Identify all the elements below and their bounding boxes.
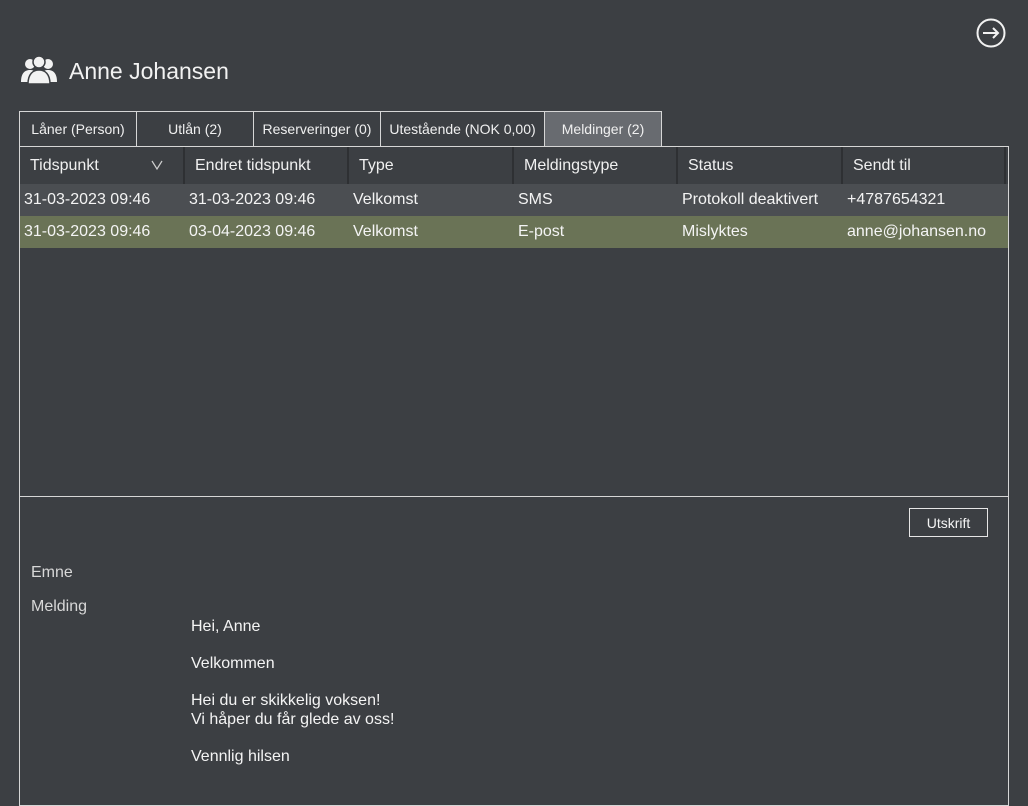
tab-label: Låner (Person) (31, 121, 125, 137)
table-row[interactable]: 31-03-2023 09:46 31-03-2023 09:46 Velkom… (20, 184, 1008, 216)
column-header-sendt-til[interactable]: Sendt til (843, 147, 1006, 184)
tab-label: Meldinger (2) (561, 121, 645, 137)
messages-table: Tidspunkt Endret tidspunkt Type Meldings… (20, 147, 1008, 497)
message-line: Vi håper du får glede av oss! (191, 711, 395, 728)
tab-reserveringer[interactable]: Reserveringer (0) (253, 111, 381, 146)
cell-tidspunkt: 31-03-2023 09:46 (24, 191, 151, 208)
message-closing: Vennlig hilsen (191, 748, 290, 765)
page-title: Anne Johansen (69, 57, 229, 84)
messages-panel: Tidspunkt Endret tidspunkt Type Meldings… (19, 146, 1009, 806)
column-header-type[interactable]: Type (349, 147, 514, 184)
sort-descending-icon (151, 160, 163, 170)
subject-label: Emne (31, 564, 73, 581)
tab-label: Utlån (2) (168, 121, 222, 137)
column-label: Status (688, 156, 734, 174)
print-button[interactable]: Utskrift (909, 508, 988, 537)
tab-utestaende[interactable]: Utestående (NOK 0,00) (380, 111, 545, 146)
message-welcome: Velkommen (191, 655, 275, 672)
table-header: Tidspunkt Endret tidspunkt Type Meldings… (20, 147, 1008, 184)
tab-meldinger[interactable]: Meldinger (2) (544, 111, 662, 146)
column-header-status[interactable]: Status (678, 147, 843, 184)
arrow-right-circle-icon (976, 18, 1006, 48)
tab-bar: Låner (Person) Utlån (2) Reserveringer (… (19, 111, 662, 147)
cell-endret-tidspunkt: 03-04-2023 09:46 (189, 223, 316, 240)
cell-meldingstype: SMS (518, 191, 553, 208)
cell-meldingstype: E-post (518, 223, 565, 240)
message-greeting: Hei, Anne (191, 618, 261, 635)
people-icon (21, 55, 57, 85)
column-header-endret-tidspunkt[interactable]: Endret tidspunkt (185, 147, 349, 184)
column-label: Sendt til (853, 156, 911, 174)
column-header-tidspunkt[interactable]: Tidspunkt (20, 147, 185, 184)
cell-sendt-til: anne@johansen.no (847, 223, 987, 240)
cell-type: Velkomst (353, 223, 418, 240)
tab-label: Reserveringer (0) (262, 121, 372, 137)
column-label: Meldingstype (524, 156, 619, 174)
table-row-selected[interactable]: 31-03-2023 09:46 03-04-2023 09:46 Velkom… (20, 216, 1008, 248)
column-header-meldingstype[interactable]: Meldingstype (514, 147, 678, 184)
cell-type: Velkomst (353, 191, 418, 208)
logout-button[interactable] (976, 18, 1006, 48)
panel-divider (20, 496, 1008, 497)
column-label: Tidspunkt (30, 156, 99, 174)
tab-laner-person[interactable]: Låner (Person) (19, 111, 137, 146)
message-line: Hei du er skikkelig voksen! (191, 692, 381, 709)
message-body: Hei, Anne Velkommen Hei du er skikkelig … (191, 617, 394, 766)
column-label: Endret tidspunkt (195, 156, 311, 174)
page-header: Anne Johansen (20, 54, 229, 88)
message-label: Melding (31, 598, 88, 615)
cell-status: Mislyktes (682, 223, 748, 240)
cell-tidspunkt: 31-03-2023 09:46 (24, 223, 151, 240)
cell-status: Protokoll deaktivert (682, 191, 819, 208)
cell-sendt-til: +4787654321 (847, 191, 946, 208)
tab-label: Utestående (NOK 0,00) (389, 121, 536, 137)
cell-endret-tidspunkt: 31-03-2023 09:46 (189, 191, 316, 208)
tab-utlan[interactable]: Utlån (2) (136, 111, 254, 146)
column-label: Type (359, 156, 394, 174)
